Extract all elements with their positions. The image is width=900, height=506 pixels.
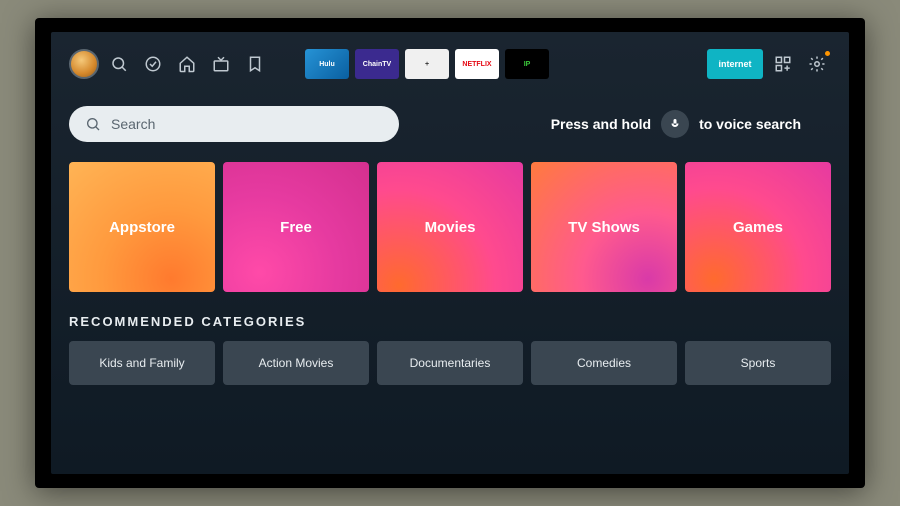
tile-label: TV Shows bbox=[568, 219, 640, 236]
voice-hint-suffix: to voice search bbox=[699, 116, 801, 132]
internet-app[interactable]: internet bbox=[707, 49, 763, 79]
tile-label: Games bbox=[733, 219, 783, 236]
tile-movies[interactable]: Movies bbox=[377, 162, 523, 292]
bookmark-icon[interactable] bbox=[241, 50, 269, 78]
tv-frame: Hulu ChainTV + NETFLIX IP internet Searc… bbox=[35, 18, 865, 488]
search-icon-small bbox=[85, 116, 101, 132]
mic-icon bbox=[661, 110, 689, 138]
tile-games[interactable]: Games bbox=[685, 162, 831, 292]
tile-appstore[interactable]: Appstore bbox=[69, 162, 215, 292]
tile-tvshows[interactable]: TV Shows bbox=[531, 162, 677, 292]
app-tile-2[interactable]: + bbox=[405, 49, 449, 79]
tile-free[interactable]: Free bbox=[223, 162, 369, 292]
app-tile-1[interactable]: ChainTV bbox=[355, 49, 399, 79]
search-icon[interactable] bbox=[105, 50, 133, 78]
home-icon[interactable] bbox=[173, 50, 201, 78]
settings-icon[interactable] bbox=[803, 50, 831, 78]
screen: Hulu ChainTV + NETFLIX IP internet Searc… bbox=[51, 32, 849, 474]
cat-kids-family[interactable]: Kids and Family bbox=[69, 341, 215, 385]
tile-label: Movies bbox=[425, 219, 476, 236]
search-placeholder: Search bbox=[111, 116, 155, 132]
search-row: Search Press and hold to voice search bbox=[69, 106, 831, 142]
profile-avatar[interactable] bbox=[69, 49, 99, 79]
notification-dot bbox=[825, 51, 830, 56]
voice-search-hint: Press and hold to voice search bbox=[551, 110, 801, 138]
apps-grid-icon[interactable] bbox=[769, 50, 797, 78]
recent-apps: Hulu ChainTV + NETFLIX IP bbox=[305, 49, 549, 79]
category-tiles: Appstore Free Movies TV Shows Games bbox=[69, 162, 831, 292]
internet-label: internet bbox=[718, 59, 751, 69]
app-tile-3[interactable]: NETFLIX bbox=[455, 49, 499, 79]
search-input[interactable]: Search bbox=[69, 106, 399, 142]
app-tile-4[interactable]: IP bbox=[505, 49, 549, 79]
top-nav: Hulu ChainTV + NETFLIX IP internet bbox=[69, 44, 831, 84]
cat-documentaries[interactable]: Documentaries bbox=[377, 341, 523, 385]
voice-hint-prefix: Press and hold bbox=[551, 116, 651, 132]
app-tile-0[interactable]: Hulu bbox=[305, 49, 349, 79]
live-tv-icon[interactable] bbox=[207, 50, 235, 78]
cat-action-movies[interactable]: Action Movies bbox=[223, 341, 369, 385]
cat-comedies[interactable]: Comedies bbox=[531, 341, 677, 385]
tile-label: Appstore bbox=[109, 219, 175, 236]
tile-label: Free bbox=[280, 219, 312, 236]
recommended-heading: RECOMMENDED CATEGORIES bbox=[69, 314, 831, 329]
recommended-row: Kids and Family Action Movies Documentar… bbox=[69, 341, 831, 385]
cat-sports[interactable]: Sports bbox=[685, 341, 831, 385]
check-circle-icon[interactable] bbox=[139, 50, 167, 78]
